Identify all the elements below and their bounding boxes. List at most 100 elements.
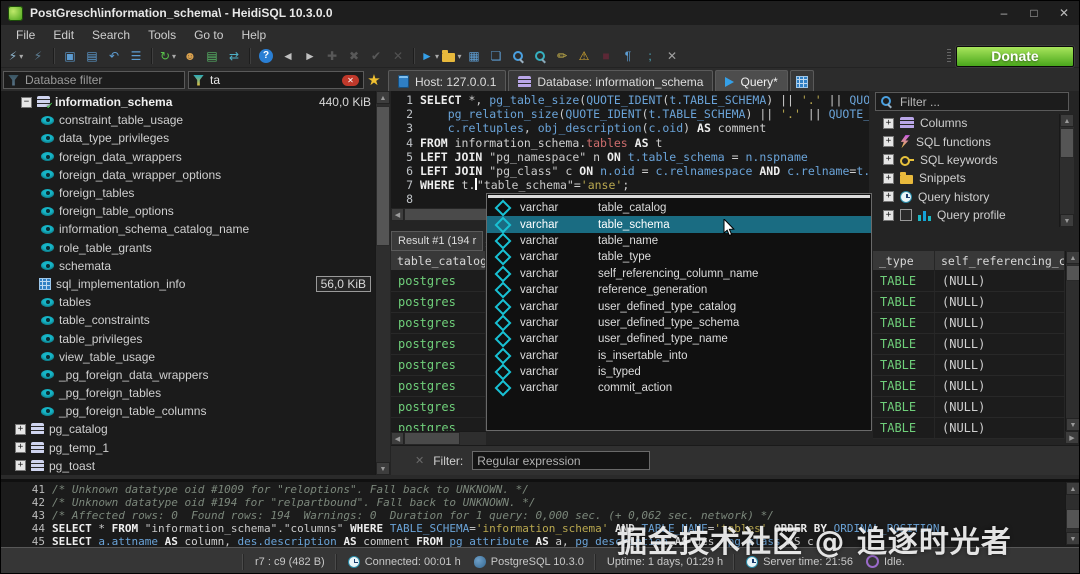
tree-item-information-schema-catalog-name[interactable]: information_schema_catalog_name: [1, 220, 375, 238]
scrollbar-thumb[interactable]: [404, 432, 460, 445]
cell-self-referencing[interactable]: (NULL): [935, 418, 1065, 438]
scroll-left-icon[interactable]: ◀: [391, 432, 404, 445]
tree-item-pg-temp-1[interactable]: +pg_temp_1: [1, 439, 375, 457]
autocomplete-item-user-defined-type-catalog[interactable]: varcharuser_defined_type_catalog: [487, 298, 871, 314]
host-tab[interactable]: Host: 127.0.0.1: [388, 70, 506, 92]
minimize-button[interactable]: –: [989, 3, 1019, 23]
expand-icon[interactable]: +: [15, 460, 26, 471]
cell-table-type[interactable]: TABLE: [873, 271, 935, 291]
clean-button[interactable]: ✏: [551, 45, 573, 67]
menu-help[interactable]: Help: [232, 26, 275, 44]
scroll-down-icon[interactable]: ▼: [376, 462, 390, 475]
expand-icon[interactable]: +: [883, 173, 894, 184]
tree-item-sql-implementation-info[interactable]: sql_implementation_info56,0 KiB: [1, 275, 375, 293]
refresh-button[interactable]: ↻▾: [157, 45, 179, 67]
menu-tools[interactable]: Tools: [139, 26, 185, 44]
result-tab[interactable]: Result #1 (194 r: [391, 231, 483, 251]
scroll-down-icon[interactable]: ▼: [1066, 418, 1080, 431]
panel-item-snippets[interactable]: +Snippets: [875, 169, 1057, 187]
tree-item-schemata[interactable]: schemata: [1, 257, 375, 275]
expand-icon[interactable]: +: [883, 136, 894, 147]
run-query-button[interactable]: ►▾: [419, 45, 441, 67]
session-variables-button[interactable]: ⇄: [223, 45, 245, 67]
autocomplete-item-is-insertable-into[interactable]: varcharis_insertable_into: [487, 348, 871, 364]
cell-self-referencing[interactable]: (NULL): [935, 271, 1065, 291]
grid-hscrollbar[interactable]: ◀: [391, 431, 486, 445]
insert-row-button[interactable]: ✚: [321, 45, 343, 67]
scroll-right-icon[interactable]: ▶: [1065, 431, 1079, 444]
sql-editor[interactable]: 1SELECT *, pg_table_size(QUOTE_IDENT(t.T…: [391, 91, 869, 207]
tree-item-foreign-table-options[interactable]: foreign_table_options: [1, 202, 375, 220]
table-row[interactable]: postgres: [391, 313, 486, 334]
scrollbar-thumb[interactable]: [376, 106, 390, 246]
open-file-button[interactable]: ▾: [441, 45, 463, 67]
cell-table-catalog[interactable]: postgres: [391, 313, 486, 333]
database-filter-input[interactable]: [23, 72, 180, 88]
next-tab-button[interactable]: ►: [299, 45, 321, 67]
cell-table-catalog[interactable]: postgres: [391, 334, 486, 354]
cell-table-type[interactable]: TABLE: [873, 355, 935, 375]
query-profile-checkbox[interactable]: [900, 209, 912, 221]
help-button[interactable]: ?: [255, 45, 277, 67]
tree-item-data-type-privileges[interactable]: data_type_privileges: [1, 129, 375, 147]
cell-self-referencing[interactable]: (NULL): [935, 355, 1065, 375]
tree-item-view-table-usage[interactable]: view_table_usage: [1, 348, 375, 366]
scroll-up-icon[interactable]: ▲: [1066, 251, 1080, 264]
autocomplete-item-table-schema[interactable]: varchartable_schema: [487, 216, 871, 232]
scrollbar-thumb[interactable]: [1060, 128, 1074, 158]
autocomplete-item-self-referencing-column-name[interactable]: varcharself_referencing_column_name: [487, 266, 871, 282]
table-row[interactable]: postgres: [391, 334, 486, 355]
tree-item-pg-foreign-tables[interactable]: _pg_foreign_tables: [1, 384, 375, 402]
table-row[interactable]: postgres: [391, 292, 486, 313]
new-query-tab-button[interactable]: [790, 70, 814, 92]
panel-item-columns[interactable]: +Columns: [875, 114, 1057, 132]
column-header-self-referencing-col[interactable]: self_referencing_col: [935, 251, 1065, 271]
autocomplete-item-user-defined-type-name[interactable]: varcharuser_defined_type_name: [487, 331, 871, 347]
create-table-button[interactable]: ▤: [201, 45, 223, 67]
clear-grid-filter-icon[interactable]: ✕: [415, 454, 424, 467]
cell-self-referencing[interactable]: (NULL): [935, 334, 1065, 354]
scroll-left-icon[interactable]: ◀: [391, 208, 404, 221]
cell-self-referencing[interactable]: (NULL): [935, 313, 1065, 333]
delimiter-button[interactable]: ;: [639, 45, 661, 67]
table-row[interactable]: TABLE(NULL): [873, 376, 1065, 397]
stop-on-errors-button[interactable]: ⚠: [573, 45, 595, 67]
scroll-up-icon[interactable]: ▲: [376, 91, 390, 104]
copy-button[interactable]: ▣: [59, 45, 81, 67]
save-snippet-button[interactable]: ❏: [485, 45, 507, 67]
discard-changes-button[interactable]: ✕: [387, 45, 409, 67]
favorites-star-icon[interactable]: ★: [364, 70, 384, 90]
panel-item-sql-functions[interactable]: +SQL functions: [875, 132, 1057, 150]
grid-filter-input[interactable]: [472, 451, 650, 470]
tree-item-foreign-data-wrapper-options[interactable]: foreign_data_wrapper_options: [1, 166, 375, 184]
clear-button[interactable]: ✕: [661, 45, 683, 67]
connect-button[interactable]: ⚡▾: [5, 45, 27, 67]
tree-item-table-constraints[interactable]: table_constraints: [1, 311, 375, 329]
scrollbar-thumb[interactable]: [1066, 265, 1080, 281]
cell-self-referencing[interactable]: (NULL): [935, 292, 1065, 312]
tree-item-foreign-tables[interactable]: foreign_tables: [1, 184, 375, 202]
table-row[interactable]: postgres: [391, 271, 486, 292]
post-changes-button[interactable]: ✔: [365, 45, 387, 67]
table-row[interactable]: TABLE(NULL): [873, 418, 1065, 439]
table-row[interactable]: TABLE(NULL): [873, 313, 1065, 334]
tree-item-table-privileges[interactable]: table_privileges: [1, 329, 375, 347]
paste-button[interactable]: ▤: [81, 45, 103, 67]
tree-item-constraint-table-usage[interactable]: constraint_table_usage: [1, 111, 375, 129]
helper-scrollbar[interactable]: ▲ ▼: [1059, 114, 1074, 227]
expand-icon[interactable]: +: [883, 210, 894, 221]
disconnect-button[interactable]: ⚡: [27, 45, 49, 67]
helper-filter-input[interactable]: [898, 94, 1064, 110]
autocomplete-item-commit-action[interactable]: varcharcommit_action: [487, 380, 871, 396]
expand-icon[interactable]: +: [15, 424, 26, 435]
autocomplete-item-reference-generation[interactable]: varcharreference_generation: [487, 282, 871, 298]
table-row[interactable]: postgres: [391, 397, 486, 418]
maximize-button[interactable]: □: [1019, 3, 1049, 23]
find-replace-button[interactable]: [529, 45, 551, 67]
cell-self-referencing[interactable]: (NULL): [935, 397, 1065, 417]
export-database-button[interactable]: ☰: [125, 45, 147, 67]
grid-vscrollbar[interactable]: ▲ ▼: [1065, 251, 1080, 431]
cell-table-catalog[interactable]: postgres: [391, 271, 486, 291]
autocomplete-item-user-defined-type-schema[interactable]: varcharuser_defined_type_schema: [487, 315, 871, 331]
find-button[interactable]: [507, 45, 529, 67]
